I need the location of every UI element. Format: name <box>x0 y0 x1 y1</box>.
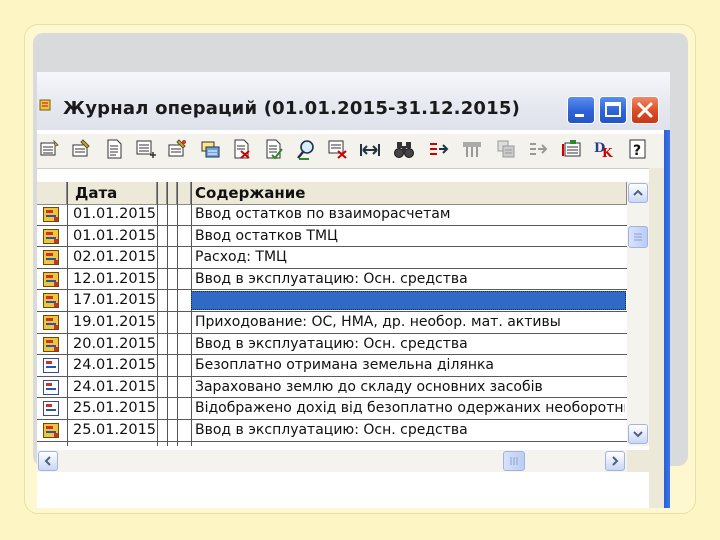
yellow-doc-icon <box>43 271 59 287</box>
row-content: Зараховано землю до складу основних засо… <box>195 378 543 395</box>
row-content: Ввод остатков ТМЦ <box>195 227 338 244</box>
row-date: 25.01.2015 <box>73 400 157 417</box>
table-row-selected[interactable]: 17.01.2015 <box>37 290 627 312</box>
scroll-up-button[interactable] <box>628 183 648 203</box>
table-row[interactable]: 01.01.2015 Ввод остатков по взаиморасчета… <box>37 204 627 226</box>
window-title: Журнал операций (01.01.2015-31.12.2015) <box>63 98 521 119</box>
move-right-icon[interactable] <box>427 138 451 162</box>
row-date: 01.01.2015 <box>73 206 157 222</box>
row-date: 20.01.2015 <box>73 335 157 352</box>
row-date: 24.01.2015 <box>73 357 157 374</box>
header-date[interactable]: Дата <box>67 182 157 204</box>
row-content: Ввод в эксплуатацию: Осн. средства <box>195 335 468 352</box>
row-date: 19.01.2015 <box>73 314 157 330</box>
row-content: Ввод остатков по взаиморасчетам <box>195 206 451 222</box>
document-icon[interactable] <box>103 138 127 162</box>
post-document-icon[interactable] <box>263 138 287 162</box>
row-content: Ввод в эксплуатацию: Осн. средства <box>195 270 468 287</box>
help-icon[interactable]: ? <box>627 138 651 162</box>
row-content: Приходование: ОС, НМА, др. необор. мат. … <box>195 314 561 330</box>
table-row[interactable]: 24.01.2015 Зараховано землю до складу осн… <box>37 377 627 399</box>
row-date: 25.01.2015 <box>73 422 157 438</box>
minimize-button[interactable] <box>567 96 595 124</box>
white-doc-icon <box>43 379 59 395</box>
chevron-up-icon <box>633 189 643 196</box>
scroll-left-button[interactable] <box>38 451 58 471</box>
close-button[interactable] <box>631 96 659 124</box>
print-icon[interactable] <box>199 138 223 162</box>
yellow-doc-icon <box>43 423 59 438</box>
binoculars-icon[interactable] <box>393 138 417 162</box>
table-row[interactable]: 20.01.2015 Ввод в эксплуатацию: Осн. сред… <box>37 334 627 356</box>
operations-table: Дата Содержание 01.01.2015 Ввод остатков … <box>37 182 627 446</box>
yellow-doc-icon <box>43 336 59 352</box>
scrollbar-corner <box>627 450 649 472</box>
row-date: 17.01.2015 <box>73 292 157 309</box>
copy-edit-icon[interactable] <box>167 138 191 162</box>
edit-icon[interactable] <box>71 138 95 162</box>
search-icon[interactable] <box>295 138 319 162</box>
table-row[interactable]: 02.01.2015 Расход: ТМЦ <box>37 247 627 269</box>
scroll-right-button[interactable] <box>605 451 625 471</box>
vertical-scrollbar[interactable] <box>627 182 649 446</box>
horizontal-scroll-thumb[interactable] <box>503 451 525 471</box>
svg-text:?: ? <box>633 143 641 159</box>
interval-icon[interactable] <box>359 138 383 162</box>
delete-icon[interactable] <box>231 138 255 162</box>
close-icon <box>637 102 653 118</box>
table-row[interactable]: 01.01.2015 Ввод остатков ТМЦ <box>37 226 627 248</box>
table-row[interactable]: 12.01.2015 Ввод в эксплуатацию: Осн. сред… <box>37 269 627 291</box>
new-record-icon[interactable] <box>39 138 63 162</box>
filter-icon[interactable] <box>327 138 351 162</box>
row-date: 01.01.2015 <box>73 227 157 244</box>
row-content <box>195 290 625 311</box>
window-right-border <box>664 130 670 508</box>
minimize-icon <box>575 114 584 117</box>
app-icon <box>39 99 51 111</box>
table-row[interactable]: 25.01.2015 Відображено дохід від безоплат… <box>37 398 627 420</box>
header-flag1 <box>157 182 167 204</box>
yellow-doc-icon <box>43 207 59 222</box>
row-date: 24.01.2015 <box>73 378 157 395</box>
header-flag3 <box>177 182 191 204</box>
maximize-icon <box>605 102 621 117</box>
grid-icon[interactable] <box>461 138 485 162</box>
white-doc-icon <box>43 401 59 417</box>
vertical-scroll-thumb[interactable] <box>628 226 648 248</box>
row-content: Расход: ТМЦ <box>195 249 287 266</box>
yellow-doc-icon <box>43 315 59 330</box>
row-content: Безоплатно отримана земельна ділянка <box>195 357 495 374</box>
horizontal-scrollbar[interactable] <box>37 450 627 472</box>
chevron-down-icon <box>633 431 643 438</box>
header-flag2 <box>167 182 177 204</box>
table-row[interactable]: 25.01.2015 Ввод в эксплуатацию: Осн. сред… <box>37 420 627 442</box>
header-icon-cell <box>37 182 67 204</box>
header-content[interactable]: Содержание <box>191 182 627 204</box>
app-window: Журнал операций (01.01.2015-31.12.2015) <box>37 72 670 508</box>
yellow-doc-icon <box>43 228 59 244</box>
structure-icon[interactable] <box>495 138 519 162</box>
window-client-edge <box>649 168 664 508</box>
maximize-button[interactable] <box>599 96 627 124</box>
add-list-icon[interactable] <box>135 138 159 162</box>
table-header: Дата Содержание <box>37 182 627 205</box>
row-date: 12.01.2015 <box>73 270 157 287</box>
tree-icon[interactable] <box>527 138 551 162</box>
yellow-doc-icon <box>43 293 59 309</box>
journal-icon[interactable] <box>561 138 585 162</box>
white-doc-icon <box>43 358 59 374</box>
chevron-right-icon <box>612 456 619 466</box>
dt-kt-icon[interactable]: DK <box>593 138 617 162</box>
title-bar[interactable]: Журнал операций (01.01.2015-31.12.2015) <box>37 72 670 130</box>
row-content: Відображено дохід від безоплатно одержан… <box>195 400 625 417</box>
table-row[interactable]: 19.01.2015 Приходование: ОС, НМА, др. нео… <box>37 312 627 334</box>
scroll-down-button[interactable] <box>628 424 648 444</box>
row-content: Ввод в эксплуатацию: Осн. средства <box>195 422 468 438</box>
table-row[interactable]: 24.01.2015 Безоплатно отримана земельна д… <box>37 355 627 377</box>
yellow-doc-icon <box>43 250 59 266</box>
svg-text:K: K <box>602 146 613 160</box>
chevron-left-icon <box>44 456 51 466</box>
row-date: 02.01.2015 <box>73 249 157 266</box>
